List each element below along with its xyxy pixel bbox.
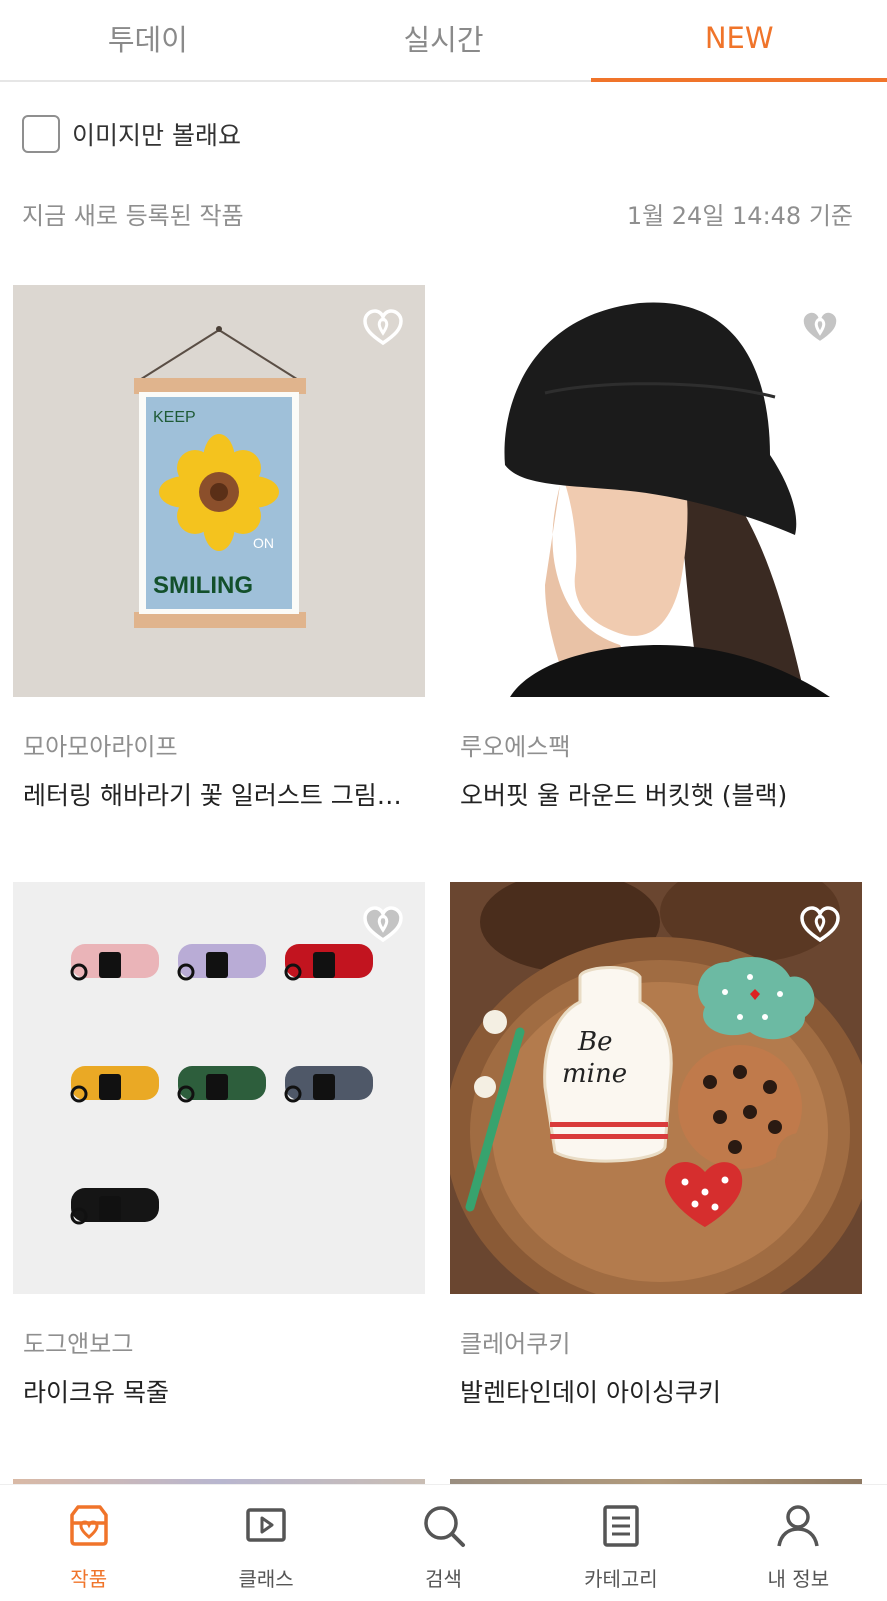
nav-item-products[interactable]: 작품 <box>0 1485 177 1601</box>
artist-name[interactable]: 루오에스팩 <box>460 727 862 762</box>
section-title: 지금 새로 등록된 작품 <box>22 202 244 230</box>
top-tab-bar: 투데이 실시간 NEW <box>0 0 887 82</box>
nav-label: 작품 <box>70 1567 108 1591</box>
section-timestamp: 1월 24일 14:48 기준 <box>626 202 853 230</box>
artist-name[interactable]: 클레어쿠키 <box>460 1324 862 1359</box>
search-icon <box>423 1506 465 1547</box>
product-card[interactable]: KEEP ON SMILING 모아모아라이프 레터링 해바라기 꽃 일러스트 … <box>13 285 425 812</box>
product-title[interactable]: 레터링 해바라기 꽃 일러스트 그림 ... <box>23 776 408 812</box>
product-card[interactable]: 도그앤보그 라이크유 목줄 <box>13 882 425 1409</box>
image-only-label: 이미지만 볼래요 <box>72 121 241 150</box>
product-title[interactable]: 오버핏 울 라운드 버킷햇 (블랙) <box>460 776 845 812</box>
nav-label: 내 정보 <box>767 1567 830 1591</box>
nav-item-category[interactable]: 카테고리 <box>532 1485 709 1601</box>
product-title[interactable]: 라이크유 목줄 <box>23 1373 408 1409</box>
poster-keep-text: KEEP <box>153 409 196 426</box>
list-icon <box>603 1505 639 1547</box>
heart-icon[interactable] <box>361 902 405 946</box>
heart-icon[interactable] <box>798 305 842 349</box>
nav-item-search[interactable]: 검색 <box>355 1485 532 1601</box>
product-card[interactable]: Be mine 클레어쿠키 발렌타인데이 아이싱쿠키 <box>450 882 862 1409</box>
tab-realtime[interactable]: 실시간 <box>296 0 592 80</box>
cookie-be-text: Be <box>577 1027 613 1057</box>
product-title[interactable]: 발렌타인데이 아이싱쿠키 <box>460 1373 845 1409</box>
bottom-nav: 작품 클래스 검색 카테고리 내 정보 <box>0 1485 887 1601</box>
nav-label: 검색 <box>425 1567 462 1591</box>
tab-today[interactable]: 투데이 <box>0 0 296 80</box>
cookie-mine-text: mine <box>562 1059 627 1089</box>
product-card[interactable]: 루오에스팩 오버핏 울 라운드 버킷햇 (블랙) <box>450 285 862 812</box>
person-icon <box>777 1505 820 1547</box>
heart-icon[interactable] <box>361 305 405 349</box>
icing-cookies-image[interactable]: Be mine <box>450 882 862 1294</box>
heart-icon[interactable] <box>798 902 842 946</box>
nav-item-my-info[interactable]: 내 정보 <box>710 1485 887 1601</box>
image-only-checkbox[interactable] <box>22 115 60 153</box>
nav-label: 카테고리 <box>584 1567 658 1591</box>
black-bucket-hat-image[interactable] <box>450 285 862 697</box>
poster-on-text: ON <box>253 535 274 551</box>
dog-collars-image[interactable] <box>13 882 425 1294</box>
section-header: 지금 새로 등록된 작품 1월 24일 14:48 기준 <box>22 196 853 231</box>
artist-name[interactable]: 도그앤보그 <box>23 1324 425 1359</box>
image-only-toggle[interactable]: 이미지만 볼래요 <box>22 115 241 153</box>
poster-smiling-text: SMILING <box>153 572 253 599</box>
sunflower-poster-image[interactable]: KEEP ON SMILING <box>13 285 425 697</box>
tab-new[interactable]: NEW <box>591 0 887 82</box>
nav-item-class[interactable]: 클래스 <box>177 1485 354 1601</box>
nav-label: 클래스 <box>238 1567 294 1591</box>
play-board-icon <box>246 1508 286 1542</box>
artist-name[interactable]: 모아모아라이프 <box>23 727 425 762</box>
shop-icon <box>69 1505 108 1546</box>
